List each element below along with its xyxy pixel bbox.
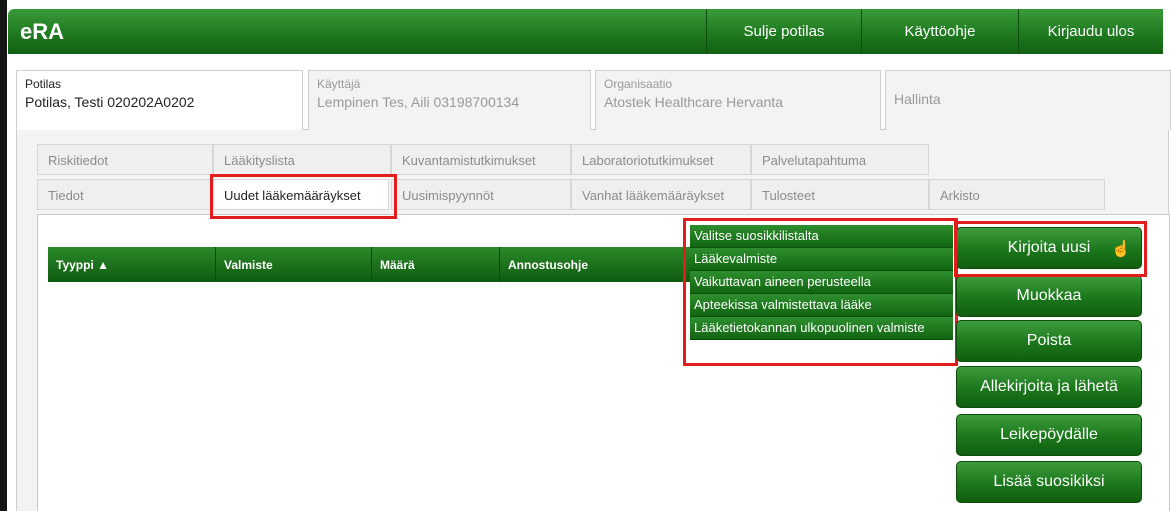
- tab-imaging[interactable]: Kuvantamistutkimukset: [391, 144, 571, 175]
- column-amount[interactable]: Määrä: [372, 247, 500, 282]
- tab-archive[interactable]: Arkisto: [929, 179, 1105, 210]
- tab-info[interactable]: Tiedot: [37, 179, 213, 210]
- menu-item-external-product[interactable]: Lääketietokannan ulkopuolinen valmiste: [690, 317, 953, 340]
- tab-admin[interactable]: Hallinta: [885, 70, 1171, 130]
- tab-medication-list[interactable]: Lääkityslista: [213, 144, 391, 175]
- write-new-label: Kirjoita uusi: [1007, 239, 1091, 256]
- tab-risk-info[interactable]: Riskitiedot: [37, 144, 213, 175]
- tab-user-label: Käyttäjä: [317, 77, 361, 91]
- copy-to-clipboard-button[interactable]: Leikepöydälle: [956, 414, 1142, 456]
- table-header: Tyyppi ▲ Valmiste Määrä Annostusohje: [48, 247, 748, 282]
- edit-button[interactable]: Muokkaa: [956, 275, 1142, 317]
- column-type[interactable]: Tyyppi ▲: [48, 247, 216, 282]
- window-edge: [0, 0, 7, 511]
- hand-cursor-icon: ☝: [1111, 241, 1131, 258]
- tab-printouts[interactable]: Tulosteet: [751, 179, 929, 210]
- tab-admin-label: Hallinta: [894, 91, 941, 107]
- menu-item-drug-product[interactable]: Lääkevalmiste: [690, 248, 953, 271]
- tab-organisation[interactable]: Organisaatio Atostek Healthcare Hervanta: [595, 70, 881, 130]
- menu-item-active-substance[interactable]: Vaikuttavan aineen perusteella: [690, 271, 953, 294]
- column-product[interactable]: Valmiste: [216, 247, 372, 282]
- close-patient-button[interactable]: Sulje potilas: [706, 9, 861, 54]
- menu-item-favorites[interactable]: Valitse suosikkilistalta: [690, 225, 953, 248]
- app-logo: eRA: [20, 19, 65, 44]
- tab-user-value: Lempinen Tes, Aili 03198700134: [317, 94, 520, 110]
- context-tabs: Potilas Potilas, Testi 020202A0202 Käytt…: [16, 70, 1171, 131]
- app-window: eRA Sulje potilas Käyttöohje Kirjaudu ul…: [0, 0, 1171, 511]
- write-new-button[interactable]: Kirjoita uusi ☝: [956, 227, 1142, 269]
- tab-renewal-requests[interactable]: Uusimispyynnöt: [391, 179, 571, 210]
- sign-and-send-button[interactable]: Allekirjoita ja lähetä: [956, 366, 1142, 408]
- tab-old-prescriptions[interactable]: Vanhat lääkemääräykset: [571, 179, 751, 210]
- tab-laboratory[interactable]: Laboratoriotutkimukset: [571, 144, 751, 175]
- add-favorite-button[interactable]: Lisää suosikiksi: [956, 461, 1142, 503]
- tab-patient[interactable]: Potilas Potilas, Testi 020202A0202: [16, 70, 303, 131]
- tab-patient-label: Potilas: [25, 77, 62, 91]
- app-header: eRA Sulje potilas Käyttöohje Kirjaudu ul…: [8, 9, 1163, 54]
- tab-organisation-label: Organisaatio: [604, 77, 673, 91]
- logout-button[interactable]: Kirjaudu ulos: [1018, 9, 1163, 54]
- tab-new-prescriptions[interactable]: Uudet lääkemääräykset: [213, 179, 389, 210]
- menu-item-pharmacy-made[interactable]: Apteekissa valmistettava lääke: [690, 294, 953, 317]
- tab-service-event[interactable]: Palvelutapahtuma: [751, 144, 929, 175]
- tab-patient-value: Potilas, Testi 020202A0202: [25, 94, 195, 110]
- tab-user[interactable]: Käyttäjä Lempinen Tes, Aili 03198700134: [308, 70, 591, 130]
- delete-button[interactable]: Poista: [956, 320, 1142, 362]
- user-guide-button[interactable]: Käyttöohje: [861, 9, 1018, 54]
- tab-organisation-value: Atostek Healthcare Hervanta: [604, 94, 783, 110]
- new-prescription-menu: Valitse suosikkilistalta Lääkevalmiste V…: [690, 225, 953, 340]
